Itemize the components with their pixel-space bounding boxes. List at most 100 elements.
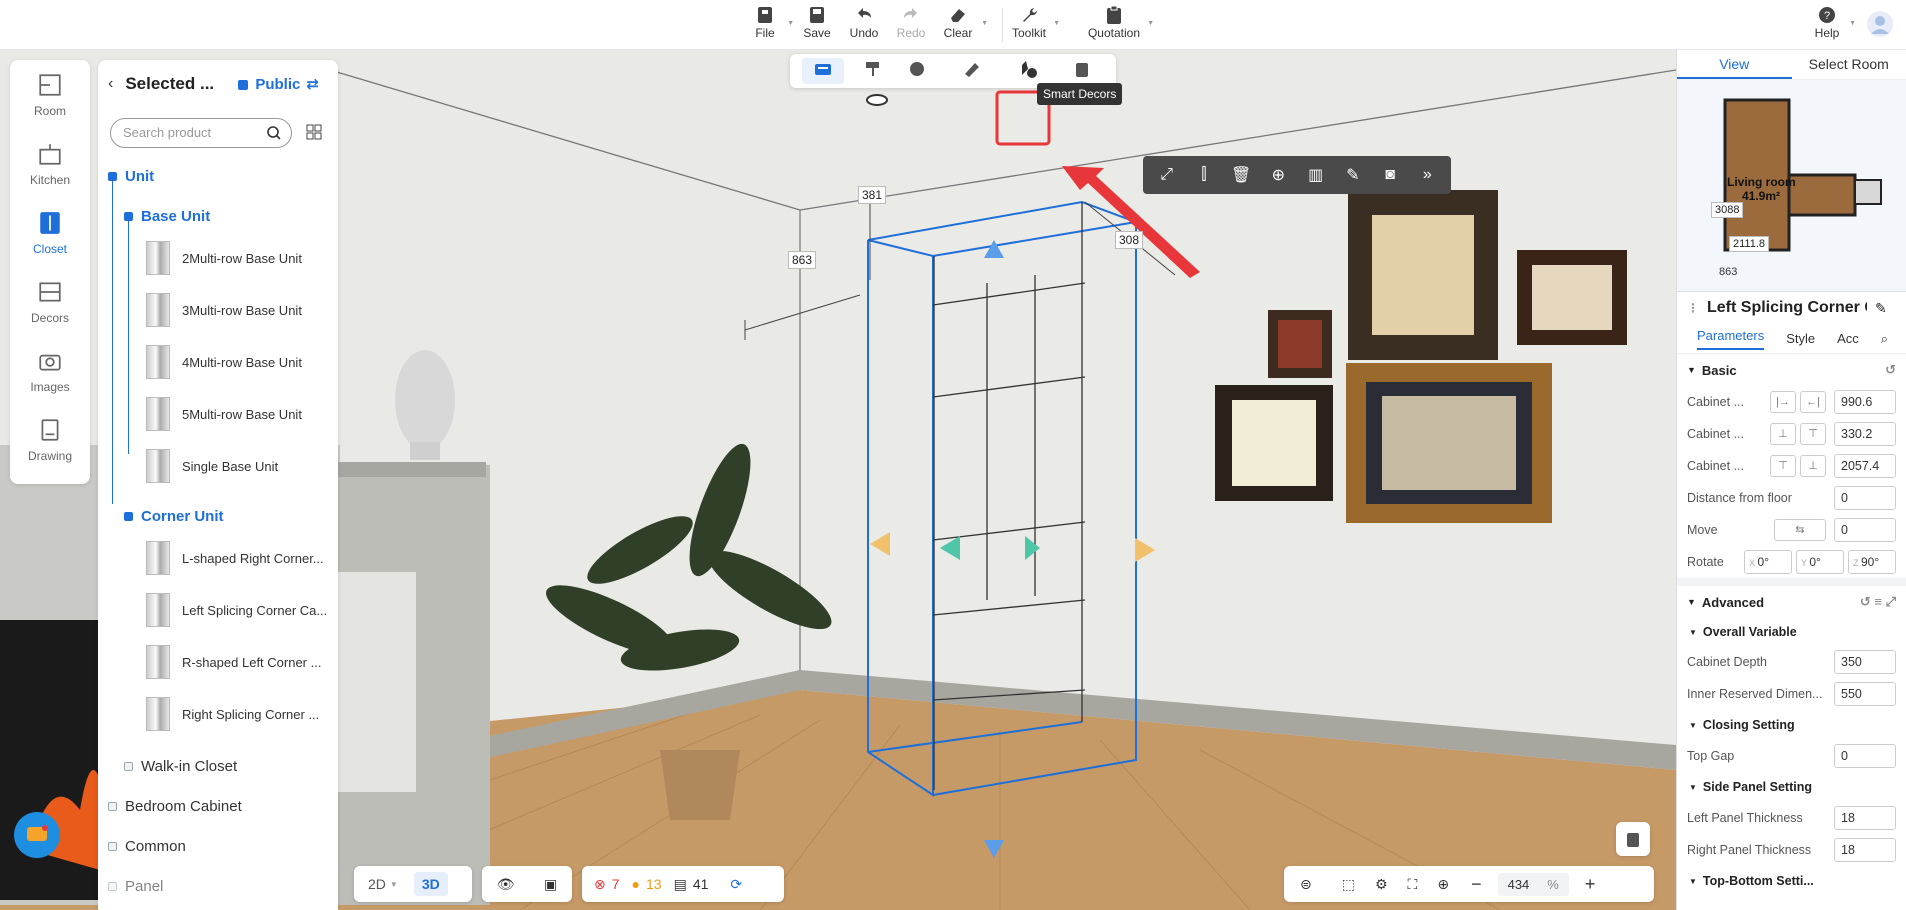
- tab-view[interactable]: View: [1677, 50, 1792, 79]
- search-input[interactable]: Search product: [110, 118, 292, 148]
- advanced-tools-icon[interactable]: ↺ ≡ ⤢: [1860, 594, 1896, 610]
- section-advanced[interactable]: Advanced: [1702, 595, 1764, 610]
- select-mode-icon[interactable]: [802, 58, 844, 84]
- scope-selector[interactable]: Public ⇄: [237, 75, 319, 93]
- top-gap-input[interactable]: 0: [1834, 744, 1896, 768]
- product-r-shaped-left[interactable]: R-shaped Left Corner ...: [146, 642, 321, 682]
- item-count[interactable]: 41: [693, 876, 709, 892]
- right-panel-select[interactable]: 18: [1834, 838, 1896, 862]
- rotate-x-input[interactable]: X 0°: [1744, 550, 1792, 574]
- back-icon[interactable]: ‹: [108, 75, 113, 93]
- depth-input[interactable]: 330.2: [1834, 422, 1896, 446]
- save-button[interactable]: Save: [800, 4, 834, 48]
- cabinet-depth-input[interactable]: 350: [1834, 650, 1896, 674]
- zoom-out-button[interactable]: −: [1471, 874, 1482, 895]
- delete-icon[interactable]: 🗑: [1228, 165, 1255, 185]
- edit-icon[interactable]: ✎: [1875, 300, 1887, 317]
- mode-2d[interactable]: 2D: [368, 876, 386, 892]
- tree-base-unit[interactable]: Base Unit: [124, 208, 210, 225]
- chat-button[interactable]: [14, 812, 60, 858]
- fit-view-icon[interactable]: ⬚: [1342, 876, 1355, 893]
- align-back-icon[interactable]: ⊤: [1800, 423, 1826, 445]
- rotate-z-input[interactable]: Z 90°: [1848, 550, 1896, 574]
- redo-button[interactable]: Redo: [893, 4, 929, 48]
- file-button[interactable]: File ▼: [748, 4, 794, 48]
- toggle-icon[interactable]: ⊜: [1300, 876, 1312, 893]
- toolkit-button[interactable]: Toolkit ▼: [1010, 4, 1060, 48]
- help-button[interactable]: ? Help ▼: [1810, 4, 1856, 48]
- tree-corner-unit[interactable]: Corner Unit: [124, 508, 224, 525]
- section-basic[interactable]: Basic: [1702, 363, 1737, 378]
- align-front-icon[interactable]: ⊥: [1770, 423, 1796, 445]
- product-5multi-row[interactable]: 5Multi-row Base Unit: [146, 394, 302, 434]
- dimension-left[interactable]: 863: [788, 251, 817, 269]
- align-left-icon[interactable]: |→: [1770, 391, 1796, 413]
- camera-settings-icon[interactable]: ⚙: [1375, 876, 1388, 893]
- product-l-shaped-right[interactable]: L-shaped Right Corner...: [146, 538, 324, 578]
- avatar[interactable]: [1866, 10, 1894, 43]
- tree-panel[interactable]: Panel: [108, 878, 163, 895]
- rotate-y-input[interactable]: Y 0°: [1796, 550, 1844, 574]
- align-right-icon[interactable]: ←|: [1800, 391, 1826, 413]
- more-icon[interactable]: »: [1414, 166, 1441, 184]
- rail-item-closet[interactable]: Closet: [10, 198, 90, 267]
- dimension-height[interactable]: 381: [858, 186, 887, 204]
- product-left-splicing[interactable]: Left Splicing Corner Ca...: [146, 590, 327, 630]
- rail-item-drawing[interactable]: Drawing: [10, 405, 90, 474]
- eye-icon[interactable]: 👁: [497, 876, 515, 893]
- split-icon[interactable]: ▥: [1302, 165, 1329, 185]
- reset-icon[interactable]: ↺: [1885, 362, 1896, 378]
- product-4multi-row[interactable]: 4Multi-row Base Unit: [146, 342, 302, 382]
- height-input[interactable]: 2057.4: [1834, 454, 1896, 478]
- align-bottom-icon[interactable]: ⊥: [1800, 455, 1826, 477]
- zoom-input[interactable]: 434%: [1497, 872, 1569, 896]
- zoom-area-icon[interactable]: ⊕: [1437, 876, 1449, 893]
- move-axis-icon[interactable]: ⇆: [1774, 519, 1826, 541]
- section-top-bottom[interactable]: Top-Bottom Setti...: [1703, 874, 1814, 888]
- tab-select-room[interactable]: Select Room: [1792, 50, 1906, 79]
- tree-walk-in-closet[interactable]: Walk-in Closet: [124, 758, 237, 775]
- section-overall-variable[interactable]: Overall Variable: [1703, 625, 1797, 639]
- left-panel-select[interactable]: 18: [1834, 806, 1896, 830]
- move-input[interactable]: 0: [1834, 518, 1896, 542]
- rail-item-kitchen[interactable]: Kitchen: [10, 129, 90, 198]
- align-icon[interactable]: ⫿: [1190, 166, 1217, 184]
- camera-icon[interactable]: ◙: [1377, 166, 1404, 184]
- brush-icon[interactable]: [962, 60, 982, 83]
- section-side-panel[interactable]: Side Panel Setting: [1703, 780, 1812, 794]
- inner-reserved-select[interactable]: 550: [1834, 682, 1896, 706]
- paint-icon[interactable]: ✎: [1339, 165, 1366, 185]
- product-3multi-row[interactable]: 3Multi-row Base Unit: [146, 290, 302, 330]
- tab-accessories[interactable]: Acc: [1837, 331, 1859, 346]
- zoom-in-button[interactable]: +: [1585, 874, 1596, 895]
- quotation-button[interactable]: Quotation ▼: [1086, 4, 1154, 48]
- distance-input[interactable]: 0: [1834, 486, 1896, 510]
- material-icon[interactable]: [908, 60, 928, 83]
- product-2multi-row[interactable]: 2Multi-row Base Unit: [146, 238, 302, 278]
- tree-unit[interactable]: Unit: [108, 168, 154, 185]
- search-icon[interactable]: ⌕: [1881, 331, 1888, 347]
- rail-item-room[interactable]: Room: [10, 60, 90, 129]
- mini-map[interactable]: Living room 41.9m² 3088 2111.8 863: [1677, 80, 1906, 292]
- clear-button[interactable]: Clear ▼: [940, 4, 988, 48]
- cube-icon[interactable]: ▣: [544, 876, 557, 893]
- grid-view-icon[interactable]: [306, 124, 322, 145]
- tree-bedroom-cabinet[interactable]: Bedroom Cabinet: [108, 798, 242, 815]
- smart-decors-icon[interactable]: [1018, 59, 1038, 84]
- clipboard-icon[interactable]: [1074, 60, 1090, 83]
- list-button[interactable]: [1616, 822, 1650, 856]
- undo-button[interactable]: Undo: [846, 4, 882, 48]
- product-right-splicing[interactable]: Right Splicing Corner ...: [146, 694, 319, 734]
- error-count[interactable]: 7: [612, 876, 620, 892]
- product-single-base[interactable]: Single Base Unit: [146, 446, 278, 486]
- refresh-icon[interactable]: ⟳: [730, 876, 742, 893]
- align-top-icon[interactable]: ⊤: [1770, 455, 1796, 477]
- focus-icon[interactable]: ⛶: [1408, 876, 1418, 893]
- warning-count[interactable]: 13: [646, 876, 662, 892]
- tree-common[interactable]: Common: [108, 838, 186, 855]
- mode-3d[interactable]: 3D: [413, 872, 448, 896]
- width-input[interactable]: 990.6: [1834, 390, 1896, 414]
- rail-item-decors[interactable]: Decors: [10, 267, 90, 336]
- resize-icon[interactable]: ⤢: [1153, 166, 1180, 184]
- section-closing-setting[interactable]: Closing Setting: [1703, 718, 1795, 732]
